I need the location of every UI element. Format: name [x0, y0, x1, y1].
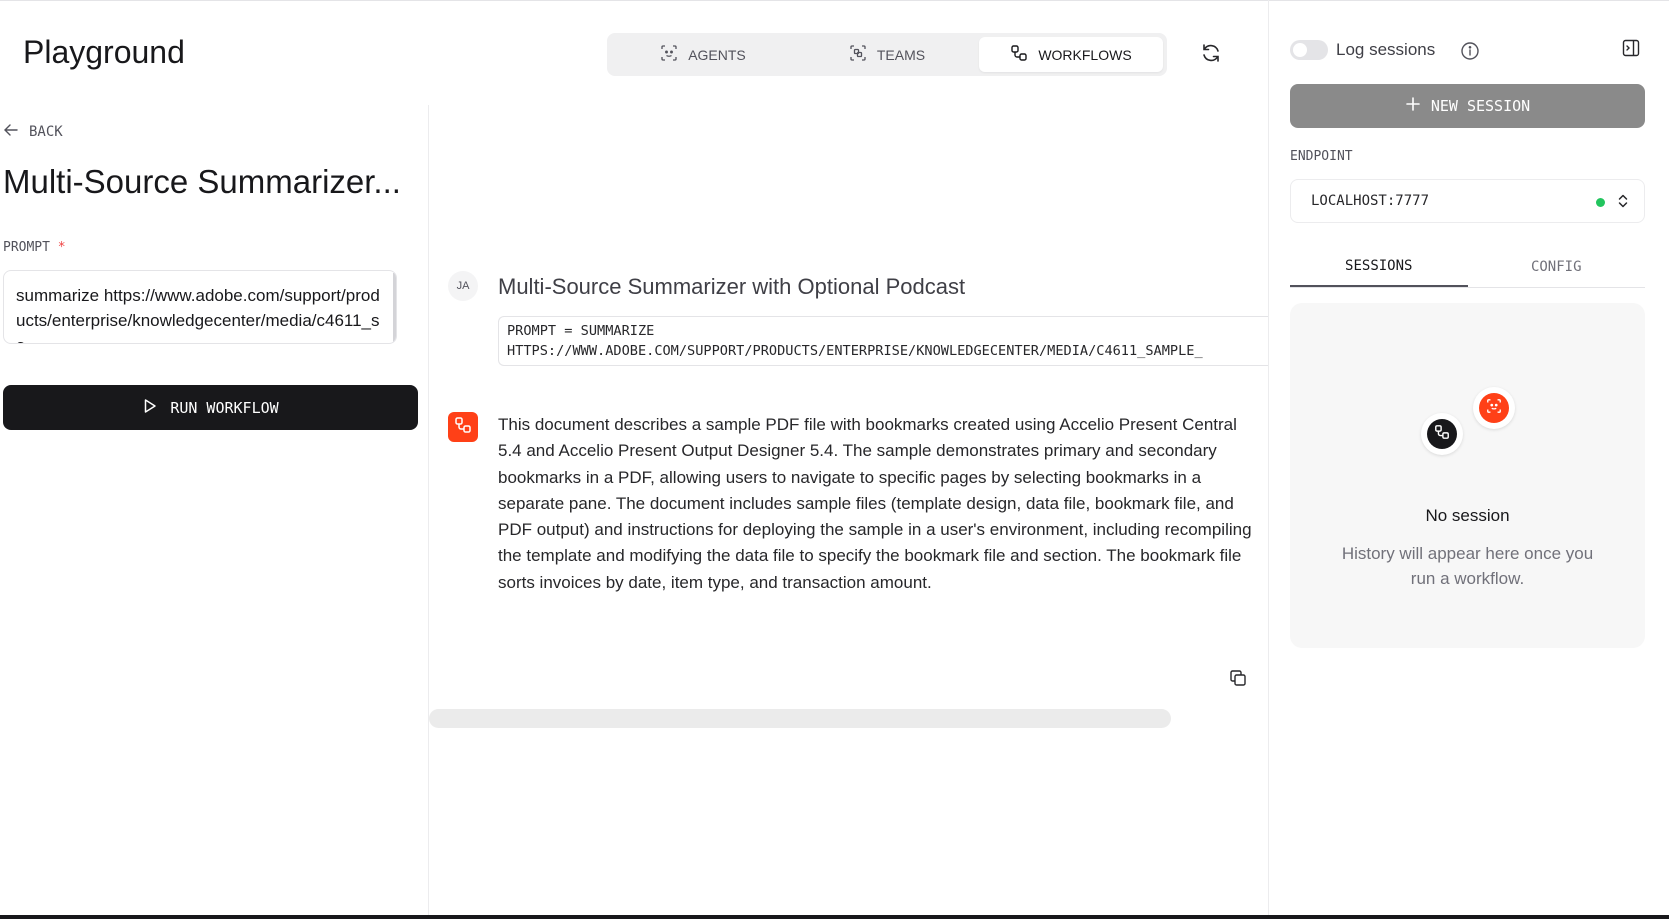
back-button[interactable]: BACK [3, 122, 63, 142]
tab-config[interactable]: CONFIG [1468, 247, 1646, 287]
tab-label: TEAMS [876, 46, 926, 63]
log-sessions-label: Log sessions [1336, 40, 1436, 59]
run-title: Multi-Source Summarizer with Optional Po… [498, 274, 966, 299]
workflow-icon [454, 416, 472, 439]
run-workflow-button[interactable]: RUN WORKFLOW [3, 385, 418, 430]
endpoint-select[interactable]: LOCALHOST:7777 [1290, 179, 1645, 223]
endpoint-status-dot [1596, 198, 1605, 207]
agent-badge [1473, 387, 1515, 429]
prompt-code-block: PROMPT = SUMMARIZE HTTPS://WWW.ADOBE.COM… [498, 316, 1268, 366]
plus-icon [1405, 96, 1421, 116]
run-workflow-label: RUN WORKFLOW [170, 398, 279, 417]
workflow-avatar [448, 412, 478, 442]
tab-agents[interactable]: AGENTS [611, 37, 795, 72]
prompt-code-line: PROMPT = SUMMARIZE [507, 323, 655, 339]
agent-icon [1486, 398, 1502, 419]
response-text: This document describes a sample PDF fil… [498, 415, 1252, 592]
agent-icon [660, 44, 678, 65]
horizontal-scrollbar[interactable] [429, 709, 1171, 728]
workflow-badge [1421, 413, 1463, 455]
prompt-scrollbar[interactable] [393, 273, 396, 343]
new-session-button[interactable]: NEW SESSION [1290, 84, 1645, 128]
empty-state-subtitle: History will appear here once you run a … [1341, 544, 1594, 588]
empty-state-card: No session History will appear here once… [1290, 303, 1645, 648]
new-session-label: NEW SESSION [1430, 97, 1531, 115]
app-title: Playground [23, 34, 185, 70]
endpoint-value: LOCALHOST:7777 [1311, 193, 1430, 209]
prompt-code-line: HTTPS://WWW.ADOBE.COM/SUPPORT/PRODUCTS/E… [507, 343, 1203, 359]
sessions-sidebar: Log sessions NEW SESSION ENDPOINT LOCALH… [1268, 0, 1669, 915]
empty-state-title: No session [1425, 506, 1510, 525]
prompt-label: PROMPT * [3, 240, 66, 255]
bottom-border [0, 915, 1669, 919]
main-tabs: AGENTS TEAMS WORKFLOWS [607, 33, 1167, 76]
refresh-icon [1200, 42, 1222, 69]
copy-icon [1229, 669, 1247, 692]
required-marker: * [57, 240, 66, 255]
tab-label: WORKFLOWS [1038, 46, 1132, 63]
user-avatar: JA [448, 271, 478, 301]
play-icon [142, 398, 158, 418]
left-panel-divider [428, 105, 429, 915]
tab-workflows[interactable]: WORKFLOWS [979, 37, 1163, 72]
copy-button[interactable] [1227, 669, 1249, 691]
prompt-label-text: PROMPT [3, 240, 50, 255]
team-icon [849, 44, 867, 65]
prompt-input[interactable]: summarize https://www.adobe.com/support/… [3, 270, 397, 344]
tab-label: AGENTS [688, 46, 746, 63]
arrow-left-icon [3, 122, 19, 142]
chevron-updown-icon [1614, 192, 1632, 214]
tab-teams[interactable]: TEAMS [795, 37, 979, 72]
prompt-input-value: summarize https://www.adobe.com/support/… [16, 286, 380, 343]
tab-sessions[interactable]: SESSIONS [1290, 247, 1468, 287]
workflow-icon [1434, 424, 1450, 445]
workflow-title: Multi-Source Summarizer... [3, 163, 401, 200]
log-sessions-toggle[interactable] [1290, 40, 1328, 60]
sidebar-tabs: SESSIONS CONFIG [1290, 247, 1645, 288]
endpoint-label: ENDPOINT [1290, 149, 1353, 164]
workflow-icon [1010, 44, 1028, 65]
refresh-button[interactable] [1198, 42, 1224, 68]
sidebar-collapse-icon[interactable] [1620, 37, 1642, 59]
info-icon[interactable] [1459, 40, 1480, 61]
back-label: BACK [29, 124, 63, 140]
